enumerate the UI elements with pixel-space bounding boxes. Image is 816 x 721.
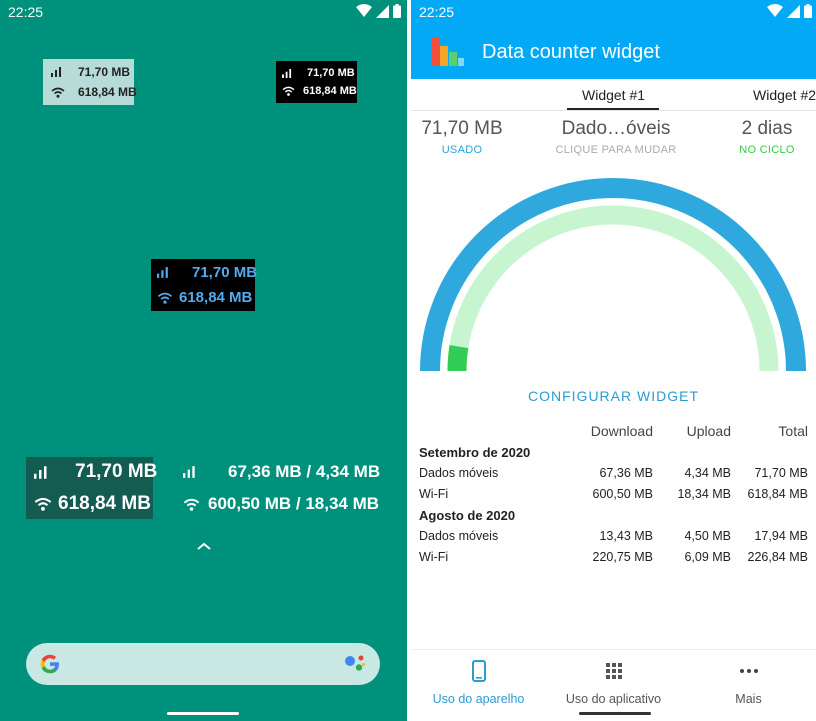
gesture-bar[interactable]: [167, 712, 239, 715]
status-bar: 22:25: [0, 0, 407, 24]
table-header: Download Upload Total: [419, 420, 810, 442]
mobile-usage: 71,70 MB: [307, 67, 355, 79]
gauge-inner-track: [447, 205, 779, 372]
table-row: Dados móveis 13,43 MB 4,50 MB 17,94 MB: [419, 529, 808, 543]
bottom-navigation: Uso do aparelho Uso do aplicativo Mais: [411, 649, 816, 721]
used-value: 71,70 MB: [421, 118, 503, 139]
status-time: 22:25: [8, 4, 44, 20]
google-search-bar[interactable]: [26, 643, 380, 685]
wifi-icon: [183, 498, 200, 511]
table-row: Wi-Fi 220,75 MB 6,09 MB 226,84 MB: [419, 550, 808, 564]
home-screen: 22:25 71,70 MB 618,84 MB 71,70 MB 618,84…: [0, 0, 407, 721]
data-widget-black-small[interactable]: 71,70 MB 618,84 MB: [276, 61, 357, 103]
data-widget-transparent[interactable]: 67,36 MB / 4,34 MB 600,50 MB / 18,34 MB: [183, 462, 398, 514]
usage-table: Download Upload Total Setembro de 2020 D…: [419, 420, 810, 568]
signal-icon: [787, 4, 800, 18]
grid-icon: [605, 663, 622, 679]
battery-icon: [393, 4, 401, 18]
mobile-usage: 71,70 MB: [78, 65, 131, 79]
wifi-icon: [157, 292, 173, 304]
signal-bars-icon: [282, 68, 292, 78]
group-header: Agosto de 2020: [419, 508, 516, 523]
wifi-icon: [356, 4, 372, 17]
tab-widget-2[interactable]: Widget #2: [753, 87, 816, 103]
mobile-usage: 71,70 MB: [75, 461, 158, 482]
more-dots-icon: [739, 669, 758, 673]
stat-cycle: 2 dias NO CICLO: [729, 118, 805, 156]
cycle-label: NO CICLO: [739, 144, 795, 156]
wifi-usage: 618,84 MB: [78, 85, 137, 99]
used-label: USADO: [441, 144, 483, 156]
signal-bars-icon: [183, 466, 195, 478]
assistant-icon[interactable]: [344, 654, 366, 674]
col-download: Download: [590, 423, 653, 439]
battery-icon: [804, 4, 812, 18]
col-total: Total: [778, 423, 808, 439]
stat-used: 71,70 MB USADO: [417, 118, 507, 156]
gauge-inner-used: [447, 345, 469, 372]
wifi-usage: 618,84 MB: [303, 85, 357, 97]
app-bar: 22:25 Data counter widget: [411, 0, 816, 79]
stat-source[interactable]: Dado…óveis CLIQUE PARA MUDAR: [551, 118, 681, 156]
signal-bars-icon: [51, 67, 61, 77]
app-title: Data counter widget: [482, 41, 660, 63]
nav-label: Uso do aparelho: [432, 692, 525, 706]
table-row: Dados móveis 67,36 MB 4,34 MB 71,70 MB: [419, 466, 808, 480]
wifi-icon: [34, 497, 52, 511]
google-g-icon: [40, 654, 59, 674]
configure-widget-button[interactable]: CONFIGURAR WIDGET: [411, 388, 816, 404]
tab-widget-1[interactable]: Widget #1: [582, 87, 645, 103]
wifi-icon: [282, 86, 295, 96]
data-widget-black-blue[interactable]: 71,70 MB 618,84 MB: [151, 259, 258, 311]
chevron-up-icon[interactable]: [196, 540, 212, 552]
widget-tabs: Widget #1 Widget #2: [411, 79, 816, 111]
wifi-usage: 600,50 MB / 18,34 MB: [208, 494, 380, 513]
signal-bars-icon: [34, 465, 47, 479]
source-value: Dado…óveis: [561, 118, 671, 139]
phone-icon: [471, 660, 486, 682]
signal-icon: [376, 4, 389, 18]
nav-label: Mais: [735, 692, 762, 706]
data-counter-app: 22:25 Data counter widget Widget #1 Widg…: [411, 0, 816, 721]
active-tab-indicator: [567, 108, 659, 110]
col-upload: Upload: [686, 423, 731, 439]
wifi-icon: [767, 4, 783, 17]
data-widget-light[interactable]: 71,70 MB 618,84 MB: [43, 59, 137, 105]
mobile-usage: 71,70 MB: [192, 264, 258, 281]
nav-label: Uso do aplicativo: [565, 692, 662, 706]
wifi-usage: 618,84 MB: [58, 493, 151, 514]
signal-bars-icon: [157, 267, 168, 278]
wifi-icon: [51, 87, 65, 98]
status-time: 22:25: [419, 4, 455, 20]
source-label: CLIQUE PARA MUDAR: [555, 144, 677, 156]
nav-app-usage[interactable]: Uso do aplicativo: [546, 658, 681, 706]
mobile-usage: 67,36 MB / 4,34 MB: [228, 462, 381, 481]
app-logo-icon: [431, 38, 464, 66]
nav-device-usage[interactable]: Uso do aparelho: [411, 658, 546, 706]
gesture-bar[interactable]: [579, 712, 651, 715]
wifi-usage: 618,84 MB: [179, 289, 253, 306]
data-widget-dark-large[interactable]: 71,70 MB 618,84 MB: [26, 457, 157, 519]
group-header: Setembro de 2020: [419, 445, 531, 460]
nav-more[interactable]: Mais: [681, 658, 816, 706]
table-row: Wi-Fi 600,50 MB 18,34 MB 618,84 MB: [419, 487, 808, 501]
cycle-value: 2 dias: [741, 118, 793, 139]
usage-gauge: [420, 178, 806, 372]
